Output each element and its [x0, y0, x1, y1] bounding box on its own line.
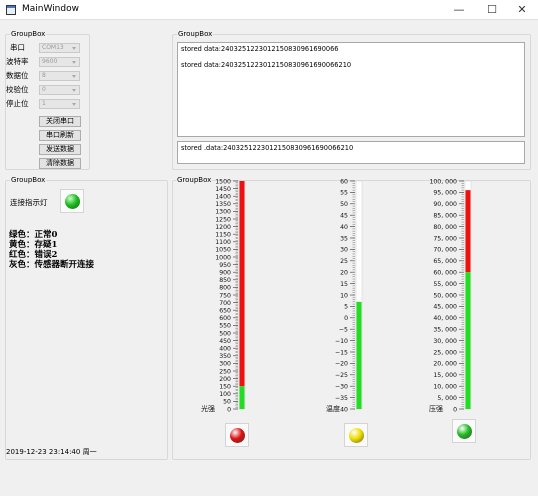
gauge-tick-label: 300 [219, 361, 231, 368]
gauge-tick-label: 70, 000 [433, 247, 457, 254]
gauge-tick-label: 20, 000 [433, 361, 457, 368]
gauge-tick-label: 100, 000 [429, 178, 457, 185]
gauge-tick-label: 60 [340, 178, 348, 185]
gauge-tick-label: 30, 000 [433, 338, 457, 345]
gauge-tick-label: 700 [219, 300, 231, 307]
yellow-led-icon [349, 428, 364, 443]
gauge-name-label: 光强 [201, 404, 215, 413]
gauge-tick-label: 50 [223, 399, 231, 406]
gauge-fill-normal [239, 386, 245, 409]
gauge-tick-label: 85, 000 [433, 213, 457, 220]
gauge-tick-label: 200 [219, 376, 231, 383]
gauge-tick-label: 1000 [215, 254, 231, 261]
gauge-tick-label: 600 [219, 315, 231, 322]
gauge-tick-label: −5 [339, 327, 348, 334]
gauge-tick-label: 0 [453, 406, 457, 413]
temperature-status-indicator [344, 423, 368, 447]
gauge-tick-label: 10 [340, 292, 348, 299]
gauge-tick-label: 1150 [215, 232, 231, 239]
gauge-tick-label: 1350 [215, 201, 231, 208]
gauge-tick-label: 500 [219, 330, 231, 337]
gauge-tick-label: 1050 [215, 247, 231, 254]
gauge-tick-label: −30 [335, 384, 348, 391]
gauge-tick-label: −20 [335, 361, 348, 368]
pressure-status-indicator [452, 419, 476, 443]
gauge-tick-label: 25, 000 [433, 349, 457, 356]
gauge-tick-label: 65, 000 [433, 258, 457, 265]
gauge-tick-label: 5, 000 [437, 395, 457, 402]
gauge-tick-label: 75, 000 [433, 235, 457, 242]
gauge-tick-label: 30 [340, 247, 348, 254]
gauge-fill-normal [356, 301, 362, 409]
gauge-tick-label: 0 [227, 406, 231, 413]
gauge-tick-label: 800 [219, 285, 231, 292]
gauge-tick-label: 750 [219, 292, 231, 299]
gauge-tick-label: 450 [219, 338, 231, 345]
gauge-tick-label: 45 [340, 213, 348, 220]
gauge-tick-label: 40, 000 [433, 315, 457, 322]
gauge-tick-label: 55 [340, 190, 348, 197]
gauge-tick-label: 1400 [215, 194, 231, 201]
gauge-tick-label: 10, 000 [433, 384, 457, 391]
gauge-tick-label: 0 [344, 315, 348, 322]
gauge-tick-label: 35 [340, 235, 348, 242]
gauge-tick-label: 45, 000 [433, 304, 457, 311]
light-status-indicator [225, 423, 249, 447]
gauge-tick-label: −10 [335, 338, 348, 345]
gauge-tick-label: −15 [335, 349, 348, 356]
gauge-tick-label: 35, 000 [433, 327, 457, 334]
gauge-tick-label: 90, 000 [433, 201, 457, 208]
gauge-tick-label: 60, 000 [433, 270, 457, 277]
gauge-tick-label: 550 [219, 323, 231, 330]
gauge-tick-label: 40 [340, 224, 348, 231]
gauge-name-label: 温度 [326, 404, 340, 413]
gauge-tick-label: 350 [219, 353, 231, 360]
red-led-icon [230, 428, 245, 443]
gauge-tick-label: 100 [219, 391, 231, 398]
gauge-name-label: 压强 [429, 405, 443, 413]
gauge-tick-label: 250 [219, 368, 231, 375]
gauge-tick-label: 650 [219, 308, 231, 315]
gauge-tick-label: 50, 000 [433, 292, 457, 299]
gauge-tick-label: 5 [344, 304, 348, 311]
gauge-tick-label: 20 [340, 270, 348, 277]
gauge-fill-warning [465, 190, 471, 273]
gauge-tick-label: 1450 [215, 186, 231, 193]
gauge-tick-label: 1500 [215, 178, 231, 185]
gauge-tick-label: −35 [335, 395, 348, 402]
gauge-tick-label: 15, 000 [433, 372, 457, 379]
gauge-tick-label: 1250 [215, 216, 231, 223]
gauge-tick-label: 900 [219, 270, 231, 277]
gauge-tick-label: 80, 000 [433, 224, 457, 231]
gauge-tick-label: 95, 000 [433, 190, 457, 197]
gauge-tick-label: 25 [340, 258, 348, 265]
gauge-tick-label: 950 [219, 262, 231, 269]
gauge-fill-warning [239, 181, 245, 387]
gauge-tick-label: 1300 [215, 209, 231, 216]
gauge-tick-label: −25 [335, 372, 348, 379]
green-led-icon [457, 424, 472, 439]
gauge-tick-label: 15 [340, 281, 348, 288]
gauge-tick-label: 400 [219, 346, 231, 353]
gauge-tick-label: 55, 000 [433, 281, 457, 288]
gauge-tick-label: 1200 [215, 224, 231, 231]
gauge-fill-normal [465, 272, 471, 409]
gauge-tick-label: 1100 [215, 239, 231, 246]
gauge-tick-label: 50 [340, 201, 348, 208]
gauge-tick-label: 150 [219, 384, 231, 391]
gauge-tick-label: 850 [219, 277, 231, 284]
